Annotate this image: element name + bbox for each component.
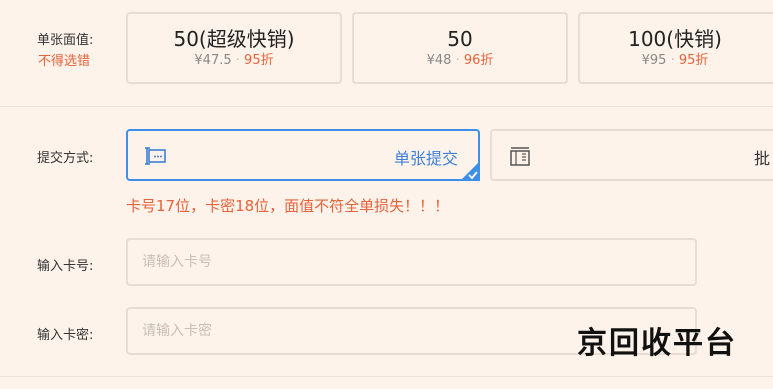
card-password-label: 输入卡密: — [37, 328, 94, 343]
section-divider — [0, 106, 773, 107]
submit-warning: 卡号17位，卡密18位，面值不符全单损失！！！ — [126, 197, 450, 215]
denomination-card-price-line: ¥48 · 96折 — [354, 53, 566, 69]
single-card-icon — [145, 147, 166, 165]
card-price: ¥47.5 — [194, 53, 232, 68]
single-submit-option[interactable]: 单张提交 — [126, 129, 480, 181]
denomination-label: 单张面值: — [37, 33, 94, 48]
price-separator: · — [670, 53, 675, 68]
batch-submit-option[interactable]: 批 — [490, 129, 773, 181]
submit-method-label: 提交方式: — [37, 151, 94, 166]
denomination-card-100[interactable]: 100(快销) ¥95 · 95折 — [578, 12, 773, 84]
card-discount: 95折 — [244, 53, 274, 68]
section-divider-bottom — [0, 376, 773, 377]
denomination-card-price-line: ¥95 · 95折 — [558, 53, 773, 69]
denomination-card-price-line: ¥47.5 · 95折 — [128, 53, 340, 69]
denomination-card-name: 50(超级快销) — [173, 27, 295, 51]
batch-submit-label: 批 — [754, 149, 771, 168]
denomination-card-name: 50 — [447, 27, 473, 51]
denomination-card-50[interactable]: 50 ¥48 · 96折 — [352, 12, 568, 84]
card-discount: 95折 — [678, 53, 709, 68]
card-number-input[interactable] — [126, 238, 697, 286]
denomination-card-name: 100(快销) — [628, 27, 722, 51]
selected-check-icon — [460, 161, 480, 181]
card-number-label: 输入卡号: — [37, 259, 94, 274]
watermark-text: 京回收平台 — [577, 326, 737, 361]
denomination-card-50-super[interactable]: 50(超级快销) ¥47.5 · 95折 — [126, 12, 342, 84]
card-price: ¥95 — [641, 53, 667, 68]
price-separator: · — [235, 53, 240, 68]
card-price: ¥48 — [426, 53, 452, 68]
single-submit-label: 单张提交 — [393, 149, 458, 168]
card-discount: 96折 — [463, 53, 494, 68]
denomination-note: 不得选错 — [38, 54, 91, 69]
batch-cards-icon — [510, 147, 530, 166]
price-separator: · — [455, 53, 460, 68]
